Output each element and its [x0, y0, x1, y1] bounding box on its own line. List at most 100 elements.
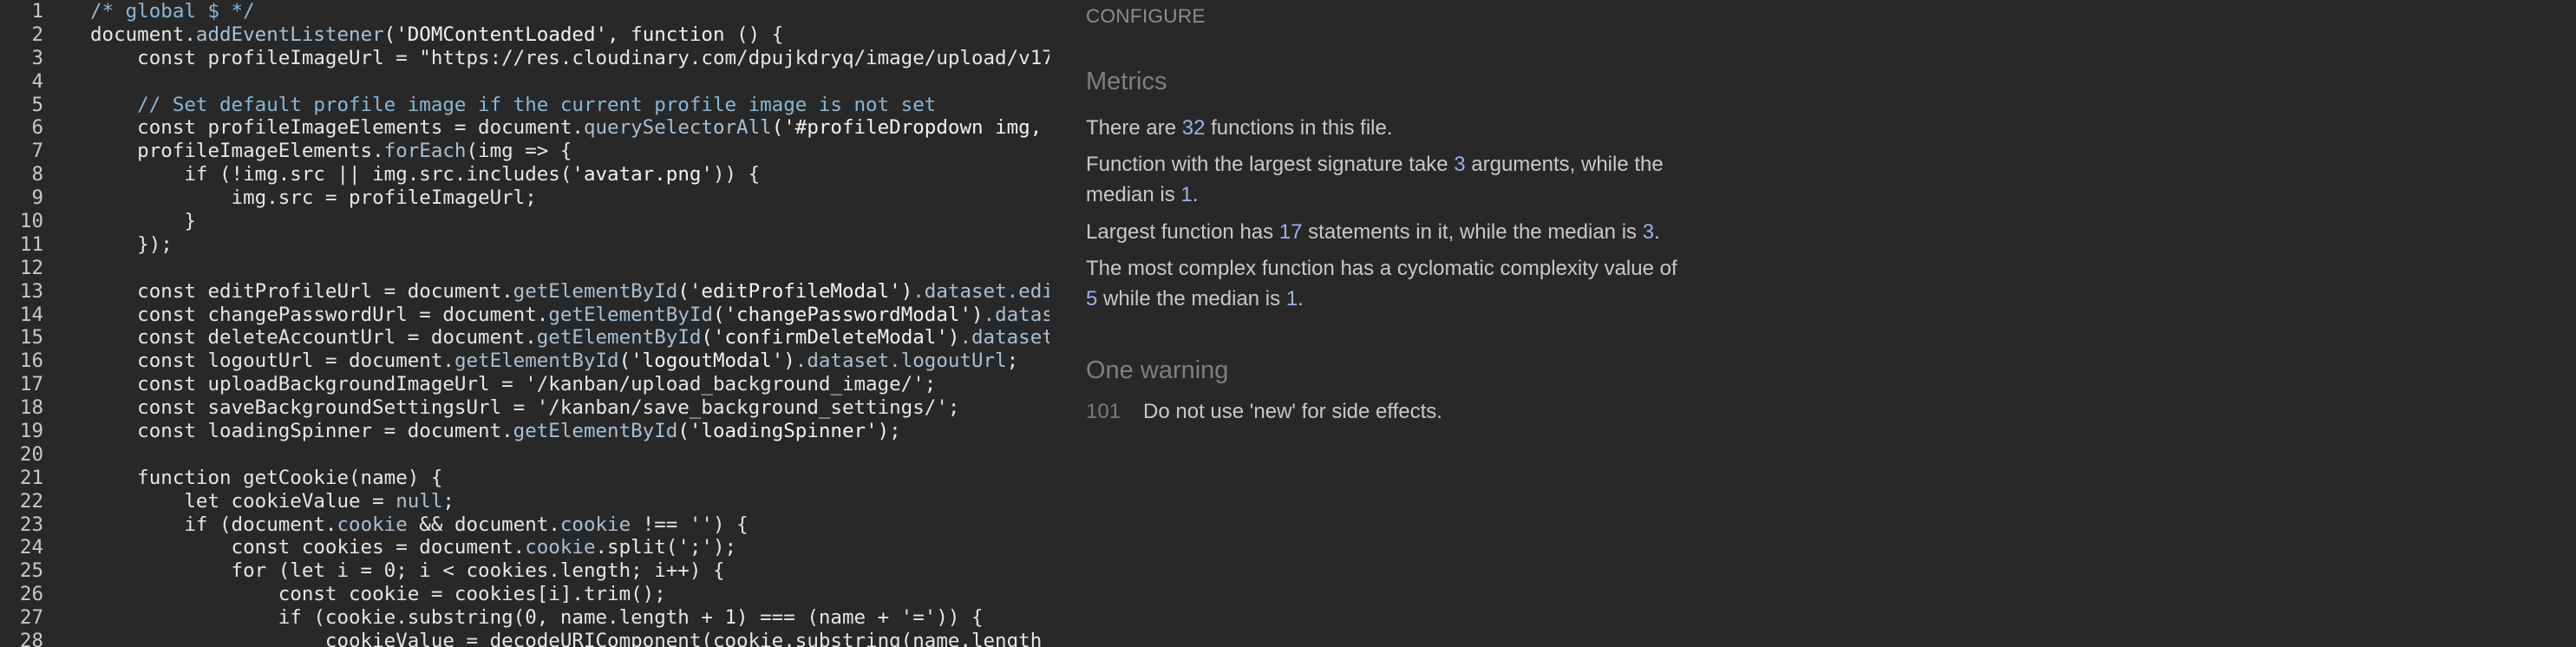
code-line[interactable]: 12	[0, 257, 1049, 280]
code-line[interactable]: 24 const cookies = document.cookie.split…	[0, 536, 1049, 559]
code-line[interactable]: 9 img.src = profileImageUrl;	[0, 186, 1049, 210]
code-token: 'avatar.png'	[572, 163, 713, 186]
metric-text: The most complex function has a cyclomat…	[1086, 257, 1677, 280]
code-token: let cookieValue =	[90, 489, 396, 513]
metric-signature: Function with the largest signature take…	[1086, 149, 1693, 210]
line-code: }	[90, 210, 196, 233]
code-line[interactable]: 18 const saveBackgroundSettingsUrl = '/k…	[0, 396, 1049, 420]
code-line[interactable]: 10 }	[0, 210, 1049, 233]
code-token: img.src = profileImageUrl;	[90, 186, 537, 210]
code-line[interactable]: 22 let cookieValue = null;	[0, 490, 1049, 513]
code-token: .datase	[983, 303, 1049, 326]
code-line[interactable]: 8 if (!img.src || img.src.includes('avat…	[0, 163, 1049, 186]
code-token: cookie	[337, 513, 408, 536]
code-line[interactable]: 13 const editProfileUrl = document.getEl…	[0, 280, 1049, 304]
metrics-heading: Metrics	[1086, 68, 1167, 95]
metric-text: There are	[1086, 116, 1182, 140]
metric-value: 3	[1454, 153, 1466, 176]
line-code: const profileImageUrl = "https://res.clo…	[90, 47, 1049, 70]
line-code: cookieValue = decodeURIComponent(cookie.…	[90, 630, 1042, 647]
line-code: /* global $ */	[90, 0, 255, 23]
code-line[interactable]: 5 // Set default profile image if the cu…	[0, 94, 1049, 117]
code-line[interactable]: 15 const deleteAccountUrl = document.get…	[0, 326, 1049, 350]
code-token: const profileImageElements = document.	[90, 116, 584, 140]
line-number: 16	[19, 350, 43, 373]
code-token: getElementById	[548, 303, 713, 326]
code-line[interactable]: 20	[0, 443, 1049, 467]
line-number: 13	[19, 279, 43, 303]
line-number: 28	[19, 630, 43, 647]
code-token: ('logoutModal')	[618, 350, 795, 373]
code-line[interactable]: 16 const logoutUrl = document.getElement…	[0, 350, 1049, 373]
line-code: profileImageElements.forEach(img => {	[90, 140, 572, 163]
code-token: }	[90, 210, 196, 233]
code-token: cookie	[559, 513, 631, 536]
code-line[interactable]: 6 const profileImageElements = document.…	[0, 116, 1049, 140]
line-code: for (let i = 0; i < cookies.length; i++)…	[90, 559, 725, 583]
code-token: const loadingSpinner = document.	[90, 420, 513, 443]
line-number: 26	[19, 583, 43, 606]
code-line[interactable]: 1 /* global $ */	[0, 0, 1049, 23]
code-token: ;	[1006, 350, 1019, 373]
code-line[interactable]: 3 const profileImageUrl = "https://res.c…	[0, 47, 1049, 70]
code-line[interactable]: 23 if (document.cookie && document.cooki…	[0, 513, 1049, 537]
code-token: null	[396, 489, 443, 513]
line-code: if (document.cookie && document.cookie !…	[90, 513, 748, 537]
line-number: 14	[19, 303, 43, 326]
metric-statements: Largest function has 17 statements in it…	[1086, 217, 1693, 247]
code-line[interactable]: 2 document.addEventListener('DOMContentLo…	[0, 23, 1049, 47]
line-code: const cookie = cookies[i].trim();	[90, 583, 666, 606]
line-number: 20	[19, 442, 43, 466]
code-token: .dataset.edit	[912, 279, 1049, 303]
code-token: const editProfileUrl = document.	[90, 279, 513, 303]
line-number: 15	[19, 326, 43, 350]
code-token: () {	[724, 23, 784, 46]
code-token: ('loadingSpinner')	[677, 420, 890, 443]
warnings-heading: One warning	[1086, 356, 1229, 384]
code-line[interactable]: 21 function getCookie(name) {	[0, 467, 1049, 490]
line-code: const loadingSpinner = document.getEleme…	[90, 420, 901, 443]
code-line[interactable]: 26 const cookie = cookies[i].trim();	[0, 583, 1049, 606]
line-code: const editProfileUrl = document.getEleme…	[90, 280, 1049, 304]
line-number: 4	[31, 69, 43, 93]
code-line[interactable]: 14 const changePasswordUrl = document.ge…	[0, 304, 1049, 327]
code-line[interactable]: 7 profileImageElements.forEach(img => {	[0, 140, 1049, 163]
metrics-panel: CONFIGURE Metrics There are 32 functions…	[1086, 0, 1710, 647]
line-number: 11	[19, 232, 43, 256]
code-line[interactable]: 17 const uploadBackgroundImageUrl = '/ka…	[0, 373, 1049, 396]
code-line[interactable]: 27 if (cookie.substring(0, name.length +…	[0, 606, 1049, 630]
metric-text: .	[1192, 183, 1199, 206]
line-code: const deleteAccountUrl = document.getEle…	[90, 326, 1049, 350]
code-token: ('changePasswordModal')	[712, 303, 984, 326]
code-line[interactable]: 25 for (let i = 0; i < cookies.length; i…	[0, 559, 1049, 583]
line-code: const profileImageElements = document.qu…	[90, 116, 1049, 140]
warning-line-number[interactable]: 101	[1086, 400, 1121, 423]
metric-value: 1	[1285, 287, 1298, 310]
code-token: querySelectorAll	[583, 116, 772, 140]
code-line[interactable]: 4	[0, 70, 1049, 94]
code-token: forEach	[383, 140, 467, 163]
code-token: const uploadBackgroundImageUrl = '/kanba…	[90, 373, 937, 396]
line-code: if (!img.src || img.src.includes('avatar…	[90, 163, 760, 186]
code-line[interactable]: 19 const loadingSpinner = document.getEl…	[0, 420, 1049, 443]
code-line[interactable]: 11 });	[0, 233, 1049, 257]
code-line[interactable]: 28 cookieValue = decodeURIComponent(cook…	[0, 630, 1049, 647]
code-token: cookieValue = decodeURIComponent(cookie.…	[90, 630, 1043, 647]
configure-link[interactable]: CONFIGURE	[1086, 5, 1206, 28]
metric-text: Largest function has	[1086, 220, 1279, 244]
code-token: if (!img.src || img.src.includes(	[90, 163, 572, 186]
code-token: cookie	[525, 536, 596, 559]
line-code: img.src = profileImageUrl;	[90, 186, 537, 210]
line-code: let cookieValue = null;	[90, 490, 454, 513]
line-number: 10	[19, 210, 43, 233]
metric-value: 5	[1086, 287, 1098, 310]
warning-item[interactable]: 101 Do not use 'new' for side effects.	[1086, 400, 1442, 424]
code-editor[interactable]: 1 /* global $ */ 2 document.addEventListene…	[0, 0, 1049, 647]
line-code: const logoutUrl = document.getElementByI…	[90, 350, 1018, 373]
code-token: getElementById	[513, 420, 678, 443]
code-token: profileImageElements.	[90, 140, 384, 163]
line-code: document.addEventListener('DOMContentLoa…	[90, 23, 783, 47]
code-token: ('confirmDeleteModal')	[701, 326, 960, 350]
line-code: const changePasswordUrl = document.getEl…	[90, 304, 1049, 327]
line-number: 1	[31, 0, 43, 23]
